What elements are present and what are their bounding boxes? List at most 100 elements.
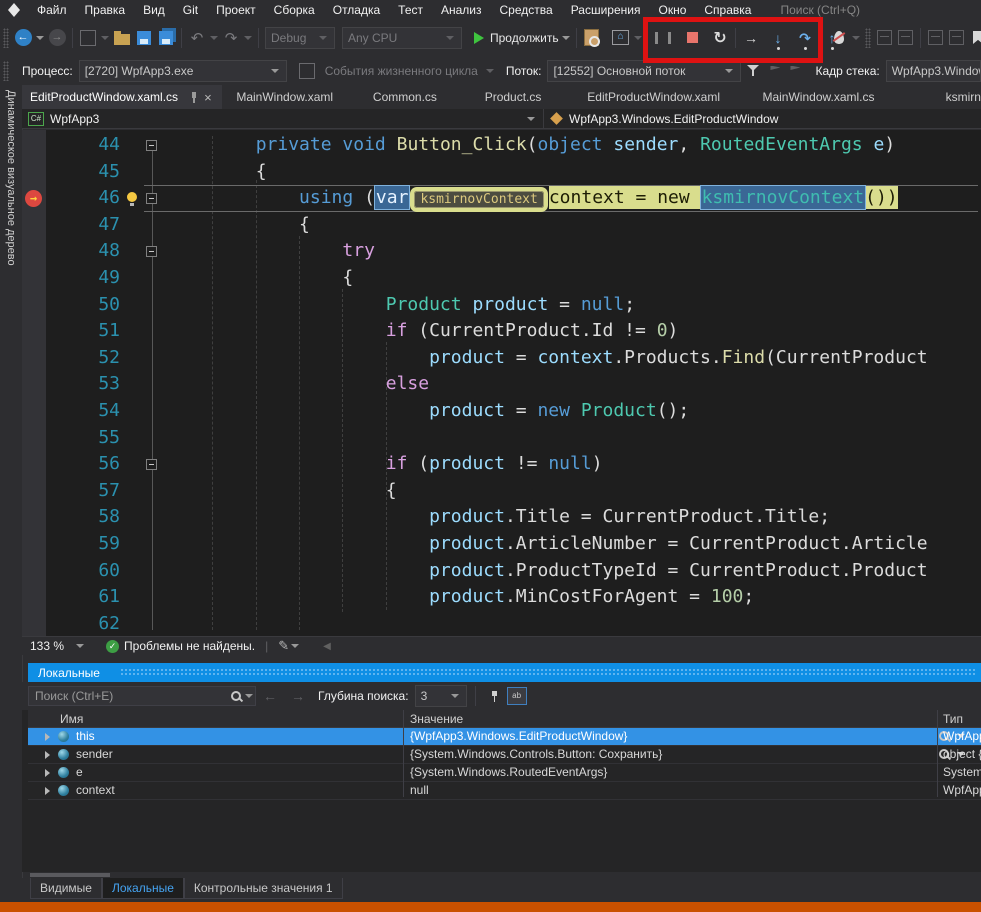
- navigate-back-button[interactable]: ←: [13, 26, 33, 50]
- code-text[interactable]: private void Button_Click(object sender,…: [169, 132, 895, 159]
- expand-arrow-icon[interactable]: [45, 733, 50, 741]
- breadcrumb-class-select[interactable]: WpfApp3.Windows.EditProductWindow: [544, 109, 981, 128]
- code-text[interactable]: product.ProductTypeId = CurrentProduct.P…: [169, 558, 928, 585]
- new-project-caret[interactable]: [101, 36, 109, 40]
- code-text[interactable]: {: [169, 265, 353, 292]
- lifecycle-caret[interactable]: [486, 69, 494, 73]
- stack-frame-select[interactable]: WpfApp3.Windows.Ed: [886, 60, 981, 82]
- variable-row[interactable]: e{System.Windows.RoutedEventArgs}System.: [28, 764, 981, 782]
- doc-tab[interactable]: EditProductWindow.xaml.cs×: [22, 85, 222, 109]
- open-file-button[interactable]: [112, 26, 132, 50]
- column-header-type[interactable]: Тип: [943, 712, 963, 726]
- save-button[interactable]: [134, 26, 154, 50]
- code-text[interactable]: {: [169, 212, 310, 239]
- fold-toggle[interactable]: [146, 246, 157, 257]
- search-magnifier-icon[interactable]: [230, 690, 243, 703]
- menu-item[interactable]: Вид: [134, 1, 174, 19]
- vertical-tab-dynamic-visual-tree[interactable]: Динамическое визуальное дерево: [5, 90, 17, 266]
- hscroll-left-button[interactable]: ◀: [323, 641, 331, 652]
- undo-button[interactable]: ↶: [187, 26, 207, 50]
- column-header-value[interactable]: Значение: [410, 712, 463, 726]
- fold-toggle[interactable]: [146, 459, 157, 470]
- thread-filter-icon[interactable]: [747, 64, 759, 77]
- code-text[interactable]: product = new Product();: [169, 398, 689, 425]
- menu-item[interactable]: Расширения: [562, 1, 650, 19]
- expand-arrow-icon[interactable]: [45, 787, 50, 795]
- close-icon[interactable]: ×: [202, 91, 214, 104]
- column-divider[interactable]: [403, 710, 404, 797]
- bookmark-icon[interactable]: [973, 31, 981, 44]
- locals-title-bar[interactable]: Локальные: [28, 663, 981, 682]
- search-next-arrow[interactable]: →: [291, 688, 305, 704]
- fold-toggle[interactable]: [146, 140, 157, 151]
- code-text[interactable]: {: [169, 478, 397, 505]
- column-divider[interactable]: [937, 710, 938, 797]
- code-text[interactable]: {: [169, 159, 267, 186]
- menu-item[interactable]: Отладка: [324, 1, 389, 19]
- element-window-button[interactable]: ⌂: [611, 26, 631, 50]
- toolbar-grip[interactable]: [865, 28, 871, 48]
- doc-tab[interactable]: MainWindow.xaml.cs: [743, 85, 893, 109]
- code-text[interactable]: using (varksmirnovContextcontext = new k…: [169, 185, 898, 214]
- hot-reload-caret[interactable]: [852, 36, 860, 40]
- menu-item[interactable]: Справка: [695, 1, 760, 19]
- zoom-level-select[interactable]: 133 %: [30, 639, 64, 653]
- back-dropdown-caret[interactable]: [36, 36, 44, 40]
- quick-search-box[interactable]: Поиск (Ctrl+Q): [780, 3, 860, 17]
- variable-row[interactable]: contextnullWpfApp: [28, 782, 981, 800]
- menu-item[interactable]: Тест: [389, 1, 432, 19]
- menu-item[interactable]: Окно: [649, 1, 695, 19]
- search-prev-arrow[interactable]: ←: [263, 688, 277, 704]
- variable-row[interactable]: this{WpfApp3.Windows.EditProductWindow}W…: [28, 728, 981, 746]
- lifecycle-events-label[interactable]: События жизненного цикла: [325, 64, 478, 78]
- variable-row[interactable]: sender{System.Windows.Controls.Button: С…: [28, 746, 981, 764]
- menu-item[interactable]: Правка: [76, 1, 135, 19]
- code-text[interactable]: product = context.Products.Find(CurrentP…: [169, 345, 928, 372]
- process-select[interactable]: [2720] WpfApp3.exe: [79, 60, 287, 82]
- toolbar-grip[interactable]: [3, 28, 9, 48]
- hot-reload-button[interactable]: [829, 26, 849, 50]
- breadcrumb-project-select[interactable]: C# WpfApp3: [22, 109, 544, 128]
- doc-tab[interactable]: EditProductWindow.xaml: [564, 85, 743, 109]
- locals-search-input[interactable]: [29, 689, 230, 703]
- locals-search-box[interactable]: [28, 686, 256, 706]
- redo-caret[interactable]: [244, 36, 252, 40]
- undo-caret[interactable]: [210, 36, 218, 40]
- menu-item[interactable]: Сборка: [265, 1, 324, 19]
- code-text[interactable]: product.Title = CurrentProduct.Title;: [169, 504, 830, 531]
- code-text[interactable]: else: [169, 371, 429, 398]
- expand-arrow-icon[interactable]: [45, 769, 50, 777]
- menu-item[interactable]: Проект: [207, 1, 265, 19]
- lightbulb-icon[interactable]: [126, 192, 138, 206]
- hscroll-thumb[interactable]: [30, 873, 110, 877]
- code-cleanup-icon[interactable]: ✎: [278, 638, 289, 654]
- continue-button[interactable]: Продолжить: [474, 26, 559, 50]
- search-depth-select[interactable]: 3: [415, 685, 467, 707]
- expand-arrow-icon[interactable]: [45, 751, 50, 759]
- doc-tab[interactable]: Product.cs: [462, 85, 564, 109]
- tool-tab[interactable]: Видимые: [30, 878, 102, 899]
- doc-tab[interactable]: Common.cs: [348, 85, 462, 109]
- menu-item[interactable]: Git: [174, 1, 207, 19]
- search-options-caret[interactable]: [245, 694, 253, 698]
- save-all-button[interactable]: [156, 26, 176, 50]
- pin-values-button[interactable]: [484, 685, 506, 707]
- doc-tab[interactable]: ksmirn: [894, 85, 981, 109]
- element-window-caret[interactable]: [634, 36, 642, 40]
- toolbar-grip[interactable]: [3, 61, 9, 81]
- code-text[interactable]: try: [169, 238, 375, 265]
- redo-button[interactable]: ↷: [221, 26, 241, 50]
- zoom-caret[interactable]: [76, 644, 84, 648]
- code-text[interactable]: if (product != null): [169, 451, 603, 478]
- code-text[interactable]: product.ArticleNumber = CurrentProduct.A…: [169, 531, 928, 558]
- tool-tab[interactable]: Локальные: [102, 878, 184, 899]
- code-text[interactable]: if (CurrentProduct.Id != 0): [169, 318, 678, 345]
- doc-tab[interactable]: MainWindow.xaml: [222, 85, 348, 109]
- breakpoint-current-statement-icon[interactable]: →: [25, 190, 42, 207]
- menu-item[interactable]: Файл: [28, 1, 76, 19]
- tool-tab[interactable]: Контрольные значения 1: [184, 878, 343, 899]
- code-cleanup-caret[interactable]: [291, 644, 299, 648]
- continue-caret[interactable]: [562, 36, 570, 40]
- test-explorer-button[interactable]: [582, 26, 602, 50]
- code-text[interactable]: product.MinCostForAgent = 100;: [169, 584, 754, 611]
